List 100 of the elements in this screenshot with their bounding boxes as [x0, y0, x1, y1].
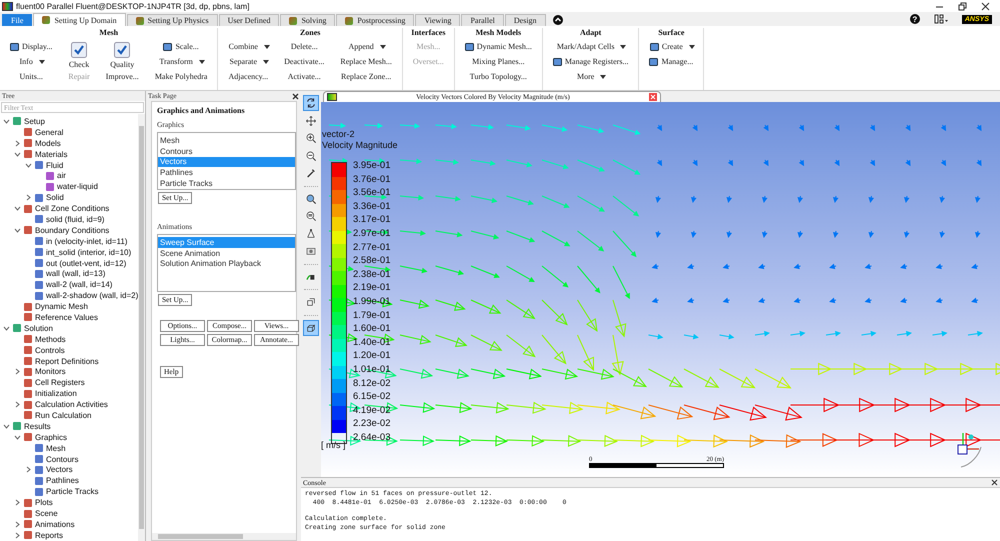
tree-item[interactable]: Report Definitions: [35, 356, 99, 366]
tree-item[interactable]: Controls: [35, 346, 65, 355]
ribbon-tab[interactable]: Parallel: [461, 14, 504, 26]
tree-item[interactable]: Dynamic Mesh: [35, 302, 88, 312]
tree-item[interactable]: Particle Tracks: [46, 487, 98, 496]
layout-icon[interactable]: [934, 14, 948, 24]
tree-item[interactable]: Results: [24, 422, 51, 431]
tree-item[interactable]: in (velocity-inlet, id=11): [46, 236, 128, 246]
ribbon-button[interactable]: Manage Registers...: [550, 54, 630, 69]
tree-item[interactable]: wall (wall, id=13): [46, 269, 106, 278]
ribbon-button[interactable]: Combine: [226, 39, 260, 54]
list-item[interactable]: Particle Tracks: [158, 178, 295, 189]
tree-item[interactable]: Materials: [35, 150, 68, 159]
tree-item[interactable]: Run Calculation: [35, 410, 92, 420]
ribbon-button[interactable]: Transform: [157, 54, 195, 69]
ribbon-tab[interactable]: Solving: [280, 14, 336, 26]
tree-item[interactable]: solid (fluid, id=9): [46, 214, 104, 224]
ribbon-button[interactable]: Adjacency...: [226, 69, 270, 84]
close-icon[interactable]: [981, 2, 990, 10]
dropdown-caret-icon[interactable]: [263, 60, 270, 64]
dropdown-caret-icon[interactable]: [38, 60, 45, 64]
list-item[interactable]: Mesh: [158, 135, 295, 146]
list-item[interactable]: Scene Animation: [158, 248, 295, 259]
ribbon-tab[interactable]: Setting Up Physics: [126, 14, 218, 26]
ribbon-button[interactable]: Separate: [228, 54, 260, 69]
dropdown-caret-icon[interactable]: [380, 44, 386, 48]
ribbon-button[interactable]: Create: [648, 39, 685, 54]
ribbon-button[interactable]: Replace Mesh...: [338, 54, 394, 69]
tree-item[interactable]: Fluid: [46, 160, 64, 170]
tree-item[interactable]: Cell Zone Conditions: [35, 204, 110, 214]
ribbon-button[interactable]: Deactivate...: [282, 54, 326, 69]
ribbon-button[interactable]: Append: [346, 39, 376, 54]
ribbon-button[interactable]: Check: [66, 39, 92, 69]
tree-item[interactable]: water-liquid: [57, 182, 98, 192]
ribbon-tab[interactable]: Design: [504, 14, 546, 26]
dropdown-caret-icon[interactable]: [198, 60, 205, 64]
tree-item[interactable]: Calculation Activities: [35, 400, 108, 410]
tree-item[interactable]: Mesh: [46, 444, 66, 453]
tree-item[interactable]: air: [57, 171, 66, 180]
ribbon-button[interactable]: Improve...: [104, 69, 141, 84]
ribbon-button[interactable]: Delete...: [288, 39, 320, 54]
ribbon-tab[interactable]: File: [2, 14, 32, 26]
ribbon-button[interactable]: Units...: [18, 69, 45, 84]
list-item[interactable]: Contours: [158, 146, 295, 157]
tree-item[interactable]: Reports: [35, 530, 64, 540]
dropdown-caret-icon[interactable]: [620, 44, 626, 48]
ribbon-button[interactable]: Display...: [8, 39, 54, 54]
tree-item[interactable]: Cell Registers: [35, 378, 85, 388]
tree-item[interactable]: Solution: [24, 324, 53, 333]
tree-item[interactable]: Boundary Conditions: [35, 226, 110, 235]
tree-item[interactable]: wall-2 (wall, id=14): [46, 280, 112, 290]
restore-icon[interactable]: [958, 2, 967, 10]
ribbon-button[interactable]: Manage...: [647, 54, 696, 69]
tree-item[interactable]: Plots: [35, 498, 53, 508]
tree-item[interactable]: Graphics: [35, 432, 68, 442]
collapse-ribbon-icon[interactable]: [552, 15, 563, 25]
tree-item[interactable]: Reference Values: [35, 312, 98, 322]
tree-item[interactable]: Pathlines: [46, 476, 79, 486]
tree-item[interactable]: int_solid (interior, id=10): [46, 248, 132, 257]
tree-item[interactable]: Models: [35, 138, 61, 148]
ribbon-button[interactable]: Info: [18, 54, 35, 69]
tree-item[interactable]: Methods: [35, 334, 66, 344]
close-icon[interactable]: [292, 92, 299, 100]
scrollbar[interactable]: [152, 533, 296, 540]
help-button[interactable]: ?: [910, 14, 920, 24]
list-item[interactable]: Pathlines: [158, 167, 295, 178]
ribbon-button[interactable]: Mixing Planes...: [470, 54, 527, 69]
ribbon-button[interactable]: Make Polyhedra: [152, 69, 210, 84]
tree-item[interactable]: Animations: [35, 520, 75, 529]
tree-item[interactable]: out (outlet-vent, id=12): [46, 258, 126, 268]
scrollbar[interactable]: [138, 114, 145, 541]
ribbon-tab[interactable]: Setting Up Domain: [33, 13, 126, 26]
ribbon-button[interactable]: Dynamic Mesh...: [462, 39, 534, 54]
tab-icon: [345, 16, 354, 24]
close-icon[interactable]: [991, 479, 998, 486]
ribbon-button[interactable]: Replace Zone...: [339, 69, 394, 84]
ribbon-button[interactable]: Mark/Adapt Cells: [554, 39, 616, 54]
dropdown-caret-icon[interactable]: [600, 74, 606, 78]
ribbon-button[interactable]: Scale...: [161, 39, 201, 54]
ribbon-tab[interactable]: Viewing: [415, 14, 460, 26]
ribbon-button[interactable]: Quality: [108, 39, 136, 69]
tree-item[interactable]: Solid: [46, 193, 64, 202]
tree-item[interactable]: Monitors: [35, 367, 66, 376]
dropdown-caret-icon[interactable]: [688, 44, 695, 48]
ribbon-tab[interactable]: Postprocessing: [336, 14, 414, 26]
ribbon-tab[interactable]: User Defined: [218, 14, 280, 26]
dropdown-caret-icon[interactable]: [264, 44, 270, 48]
tree-item[interactable]: Scene: [35, 509, 58, 518]
toolbar-button[interactable]: [303, 320, 319, 336]
tree-item[interactable]: wall-2-shadow (wall, id=2): [46, 291, 138, 300]
toolbar-button[interactable]: [303, 95, 319, 111]
ribbon-button[interactable]: More: [575, 69, 596, 84]
tree-item[interactable]: Setup: [24, 116, 45, 126]
tree-item[interactable]: General: [35, 128, 64, 137]
tree-item[interactable]: Contours: [46, 454, 78, 464]
ribbon-button[interactable]: Turbo Topology...: [468, 69, 529, 84]
tree-item[interactable]: Initialization: [35, 389, 77, 398]
ribbon-button[interactable]: Activate...: [286, 69, 323, 84]
tree-item[interactable]: Vectors: [46, 465, 73, 474]
list-item[interactable]: Solution Animation Playback: [158, 258, 295, 270]
